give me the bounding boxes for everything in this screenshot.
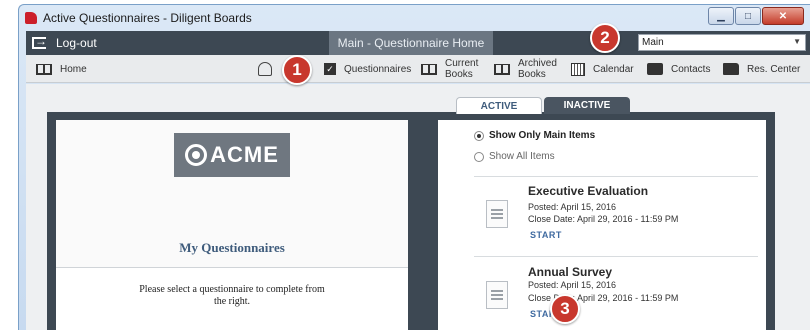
list-divider <box>474 256 758 257</box>
logout-icon <box>32 34 47 49</box>
questionnaire-close-date: Close Date: April 29, 2016 - 11:59 PM <box>528 214 679 224</box>
tab-active[interactable]: ACTIVE <box>456 97 542 114</box>
contacts-icon <box>647 63 663 75</box>
nav-contacts-label: Contacts <box>671 63 711 75</box>
document-icon <box>486 200 508 228</box>
callout-badge-3: 3 <box>550 294 580 324</box>
questionnaire-posted: Posted: April 15, 2016 <box>528 280 617 290</box>
minimize-button[interactable]: ▁ <box>708 7 734 25</box>
book-select-value: Main <box>642 37 664 48</box>
chevron-down-icon: ▼ <box>793 37 801 46</box>
main-questionnaire-home-tab[interactable]: Main - Questionnaire Home <box>329 31 493 55</box>
radio-selected-icon <box>474 130 484 141</box>
start-button[interactable]: START <box>530 230 562 240</box>
nav-notifications[interactable] <box>258 55 280 83</box>
nav-archived-books-label: Archived Books <box>518 58 557 80</box>
nav-calendar-label: Calendar <box>593 63 634 75</box>
filter-all-items[interactable]: Show All Items <box>474 151 555 162</box>
nav-archived-books[interactable]: Archived Books <box>494 55 557 83</box>
window-controls: ▁ □ ✕ <box>707 7 804 25</box>
document-icon <box>486 281 508 309</box>
right-panel: Show Only Main Items Show All Items Exec… <box>438 120 766 330</box>
nav-questionnaires[interactable]: ✓ Questionnaires <box>324 55 411 83</box>
nav-current-books-label: Current Books <box>445 58 478 80</box>
nav-contacts[interactable]: Contacts <box>647 55 710 83</box>
nav-bar: Home ✓ Questionnaires Current Books Arch… <box>26 55 810 83</box>
content-area: ACTIVE INACTIVE ACME My Questionnaires P… <box>26 84 810 330</box>
book-icon <box>421 63 437 75</box>
top-bar: Log-out Main - Questionnaire Home Main ▼ <box>26 31 810 55</box>
home-book-icon <box>36 63 52 75</box>
list-divider <box>474 176 758 177</box>
maximize-button[interactable]: □ <box>735 7 761 25</box>
filter-all-items-label: Show All Items <box>489 151 555 162</box>
nav-archived-books-line2: Books <box>518 69 546 80</box>
radio-unselected-icon <box>474 151 484 162</box>
acme-logo-text: ACME <box>210 142 279 167</box>
window-title: Active Questionnaires - Diligent Boards <box>43 11 252 25</box>
checkbox-icon: ✓ <box>324 63 336 75</box>
nav-home[interactable]: Home <box>36 55 87 83</box>
app-window: Active Questionnaires - Diligent Boards … <box>18 4 810 330</box>
nav-current-books-line2: Books <box>445 69 473 80</box>
book-select[interactable]: Main ▼ <box>638 34 806 51</box>
bell-icon <box>258 62 272 76</box>
questionnaire-posted: Posted: April 15, 2016 <box>528 202 617 212</box>
callout-badge-1: 1 <box>282 55 312 85</box>
nav-home-label: Home <box>60 63 87 75</box>
instruction-text: Please select a questionnaire to complet… <box>139 284 325 307</box>
left-panel: ACME My Questionnaires Please select a q… <box>56 120 408 330</box>
archive-books-icon <box>494 63 510 75</box>
calendar-icon <box>571 62 585 76</box>
nav-res-center-label: Res. Center <box>747 63 801 75</box>
title-bar: Active Questionnaires - Diligent Boards … <box>19 5 810 31</box>
nav-current-books-line1: Current <box>445 58 479 69</box>
nav-archived-books-line1: Archived <box>518 58 557 69</box>
questionnaire-item[interactable]: Executive Evaluation Posted: April 15, 2… <box>474 184 758 254</box>
filter-main-items-label: Show Only Main Items <box>489 130 596 141</box>
nav-res-center[interactable]: Res. Center <box>723 55 800 83</box>
close-button[interactable]: ✕ <box>762 7 804 25</box>
nav-current-books[interactable]: Current Books <box>421 55 478 83</box>
acme-logo: ACME <box>174 133 290 177</box>
acme-logo-mark-icon <box>185 144 208 166</box>
status-tabs: ACTIVE INACTIVE <box>456 97 632 114</box>
left-panel-header: ACME My Questionnaires <box>56 120 408 268</box>
nav-questionnaires-label: Questionnaires <box>344 63 412 75</box>
callout-badge-2: 2 <box>590 23 620 53</box>
questionnaire-title: Executive Evaluation <box>528 184 649 198</box>
logout-button[interactable]: Log-out <box>32 34 97 50</box>
logout-label: Log-out <box>56 36 97 50</box>
questionnaire-item[interactable]: Annual Survey Posted: April 15, 2016 Clo… <box>474 265 758 330</box>
my-questionnaires-heading: My Questionnaires <box>179 240 285 255</box>
folder-icon <box>723 63 739 75</box>
nav-calendar[interactable]: Calendar <box>571 55 634 83</box>
filter-main-items[interactable]: Show Only Main Items <box>474 130 595 141</box>
tab-inactive[interactable]: INACTIVE <box>544 97 630 114</box>
questionnaire-title: Annual Survey <box>528 265 613 279</box>
diligent-logo-icon <box>25 12 37 24</box>
